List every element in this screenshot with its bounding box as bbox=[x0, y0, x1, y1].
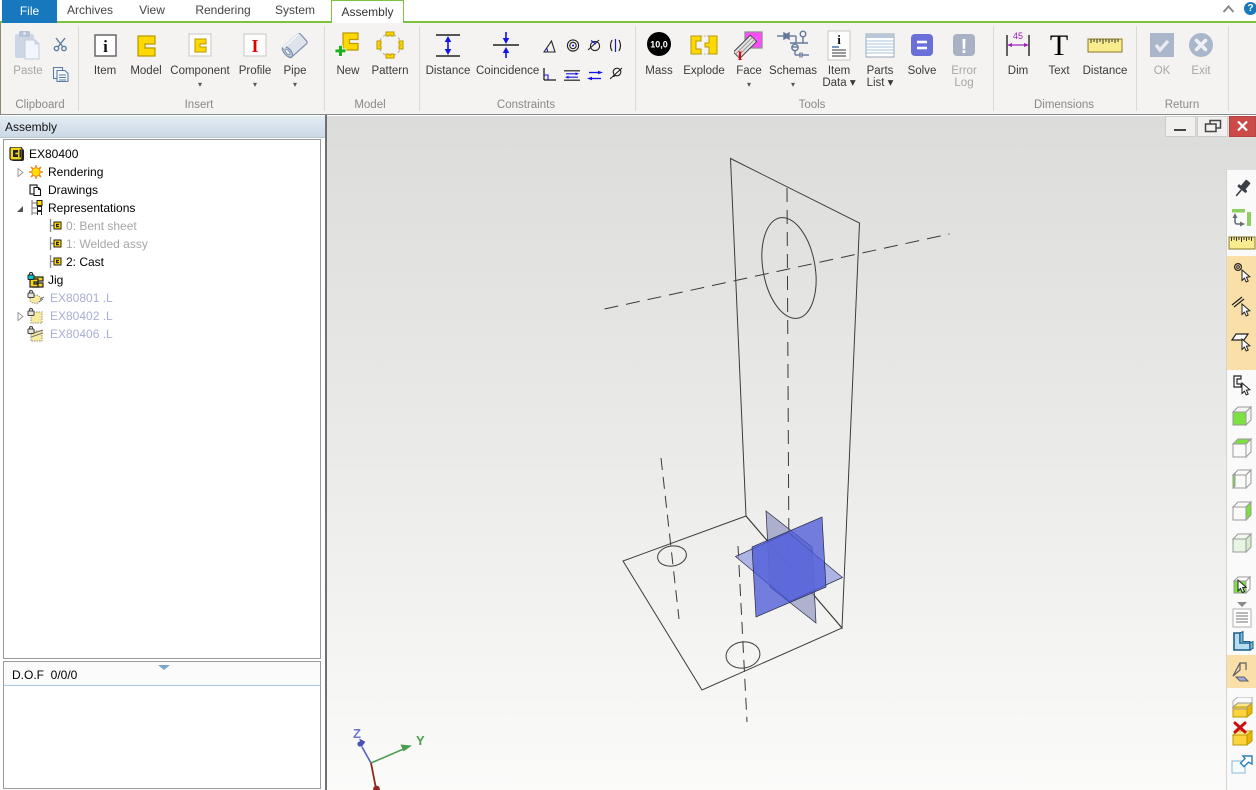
svg-text:i: i bbox=[837, 32, 841, 47]
svg-text:i: i bbox=[103, 37, 108, 56]
svg-text:45: 45 bbox=[1013, 31, 1023, 41]
svg-text:T: T bbox=[1050, 30, 1068, 61]
svg-text:I: I bbox=[251, 36, 258, 56]
svg-text:Z: Z bbox=[353, 726, 361, 741]
svg-text:!: ! bbox=[961, 36, 968, 58]
svg-text:I: I bbox=[737, 48, 742, 61]
svg-text:Y: Y bbox=[416, 733, 425, 748]
svg-text:10,0: 10,0 bbox=[650, 40, 668, 50]
